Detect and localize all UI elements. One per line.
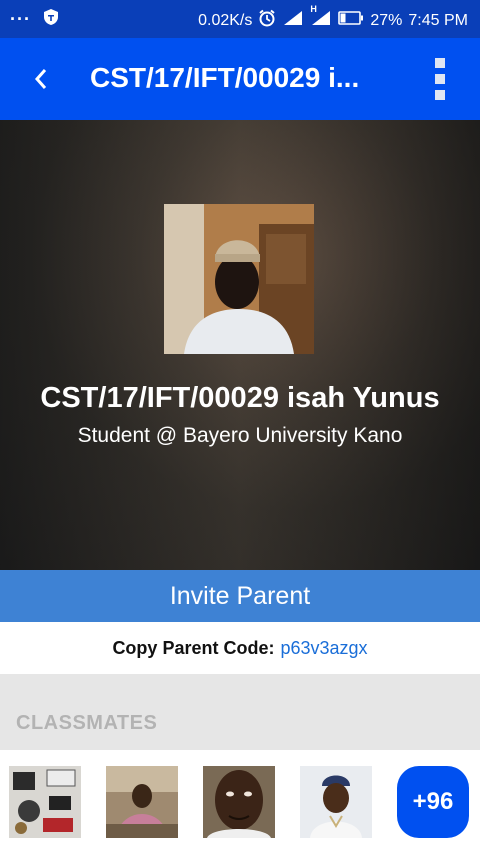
signal-icon <box>282 10 304 31</box>
more-classmates-button[interactable]: +96 <box>397 766 469 838</box>
shield-icon <box>43 8 59 31</box>
classmate-avatar[interactable] <box>300 766 372 838</box>
signal-type: H <box>310 4 317 14</box>
invite-parent-button[interactable]: Invite Parent <box>0 570 480 622</box>
signal-h-icon: H <box>310 4 332 31</box>
more-vert-icon-dot <box>435 90 445 100</box>
profile-name: CST/17/IFT/00029 isah Yunus <box>40 382 440 414</box>
classmate-avatar[interactable] <box>106 766 178 838</box>
profile-header: CST/17/IFT/00029 isah Yunus Student @ Ba… <box>0 120 480 570</box>
parent-code-label: Copy Parent Code: <box>112 637 275 658</box>
profile-avatar[interactable] <box>164 204 314 354</box>
classmates-title: CLASSMATES <box>16 712 158 734</box>
parent-code-row[interactable]: Copy Parent Code: p63v3azgx <box>0 622 480 674</box>
alarm-icon <box>258 9 276 32</box>
net-speed: 0.02K/s <box>198 11 253 29</box>
status-right: 0.02K/s H 27% 7:45 PM <box>198 4 468 32</box>
status-bar: ··· 0.02K/s H 27% 7:45 PM <box>0 0 480 38</box>
parent-code-value[interactable]: p63v3azgx <box>280 638 367 659</box>
app-title: CST/17/IFT/00029 i... <box>90 62 360 93</box>
battery-icon <box>338 11 364 30</box>
more-vert-icon-dot <box>435 74 445 84</box>
app-bar: CST/17/IFT/00029 i... <box>0 38 480 120</box>
clock: 7:45 PM <box>408 11 468 29</box>
battery-percent: 27% <box>370 11 403 29</box>
more-notifications-icon: ··· <box>10 9 31 29</box>
classmates-list: +96 <box>0 750 480 854</box>
profile-role: Student @ Bayero University Kano <box>77 424 403 447</box>
status-left: ··· <box>10 8 59 31</box>
classmate-avatar[interactable] <box>203 766 275 838</box>
more-vert-icon-dot <box>435 58 445 68</box>
back-button[interactable] <box>26 62 56 96</box>
classmate-avatar[interactable] <box>9 766 81 838</box>
overflow-menu-button[interactable] <box>432 58 448 100</box>
classmates-section-header: CLASSMATES <box>0 674 480 750</box>
chevron-left-icon <box>34 69 47 89</box>
